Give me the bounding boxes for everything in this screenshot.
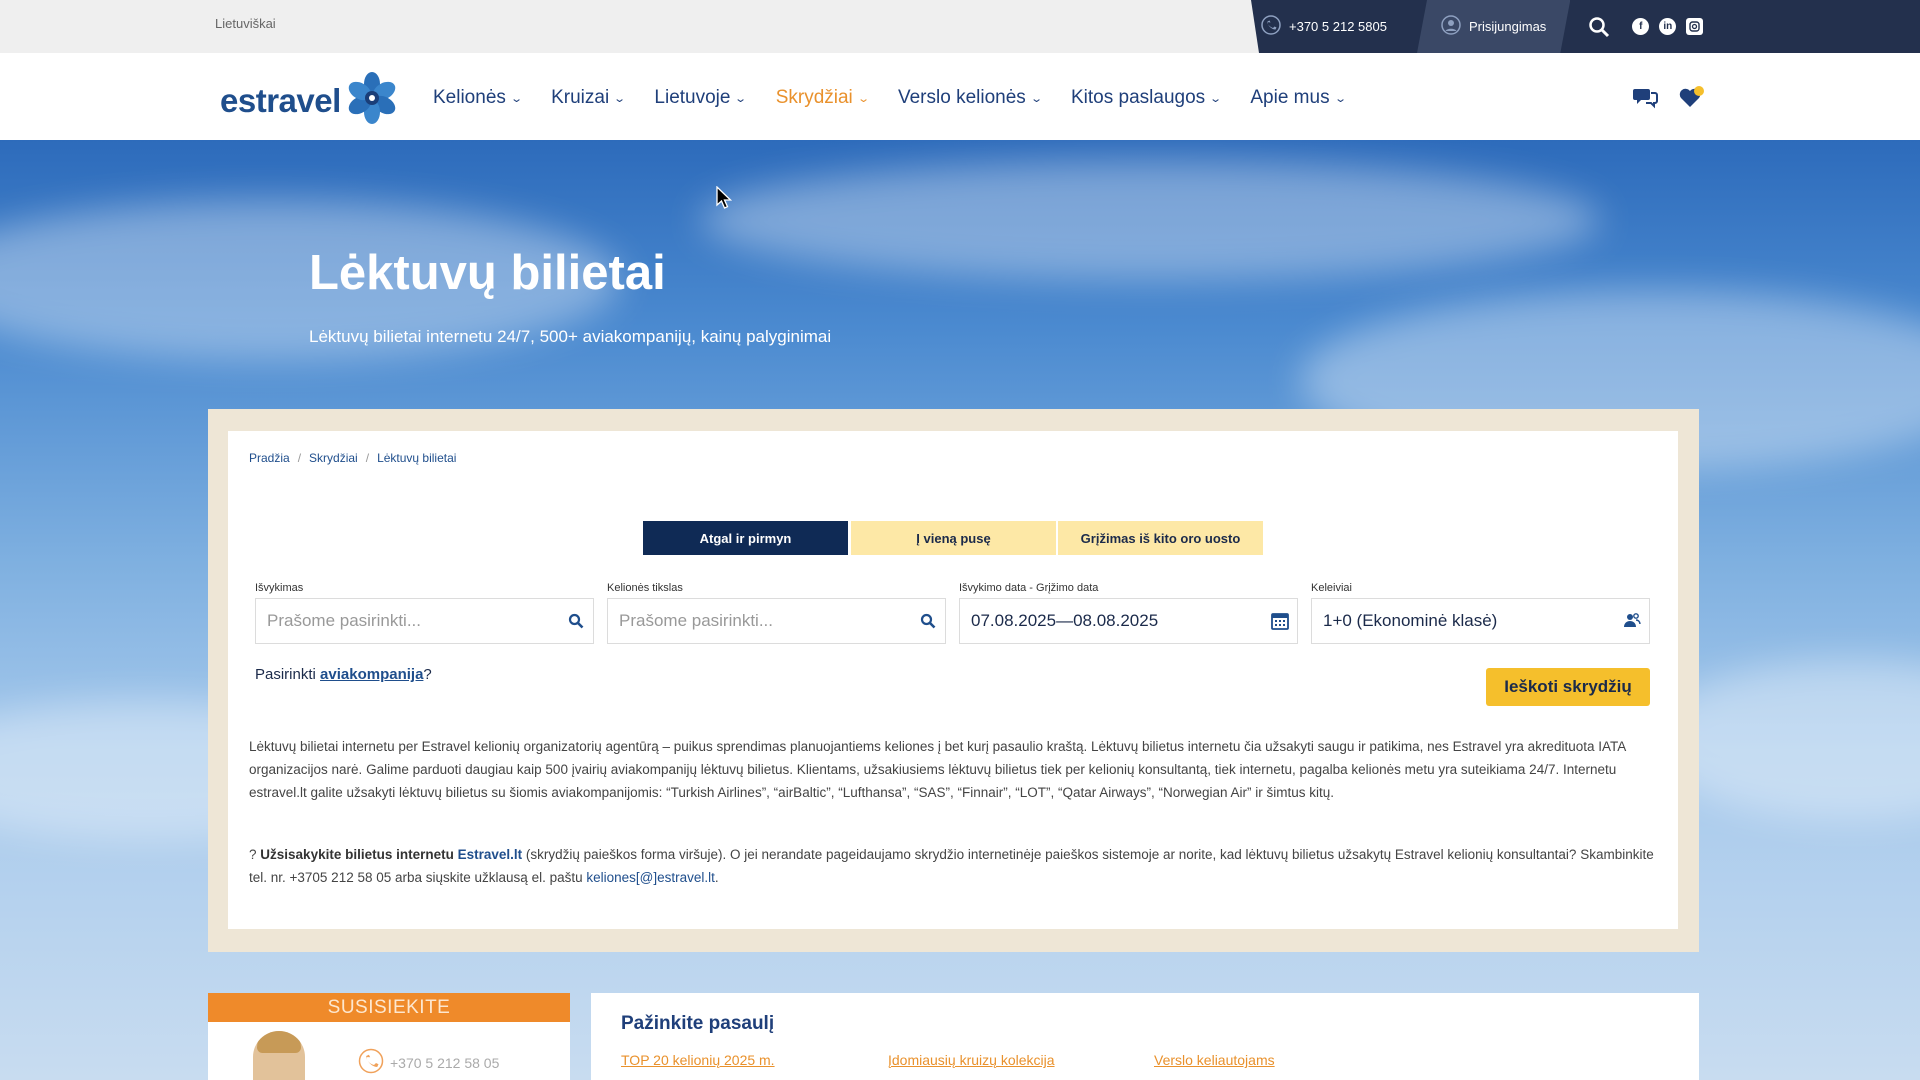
tab-round-trip[interactable]: Atgal ir pirmyn xyxy=(643,521,848,555)
breadcrumb-current[interactable]: Lėktuvų bilietai xyxy=(377,451,456,465)
contact-phone-text: +370 5 212 58 05 xyxy=(390,1054,500,1071)
nav-item-kitos-paslaugos[interactable]: Kitos paslaugos ⌄ xyxy=(1071,87,1223,109)
paragraph-prefix: ? xyxy=(249,847,257,862)
mouse-cursor-icon xyxy=(716,185,733,215)
chevron-down-icon: ⌄ xyxy=(734,92,748,105)
contact-heading: SUSISIEKITE xyxy=(208,993,570,1022)
nav-label: Kruizai xyxy=(551,87,610,108)
airline-prefix: Pasirinkti xyxy=(255,666,316,683)
nav-item-kruizai[interactable]: Kruizai ⌄ xyxy=(551,87,627,109)
nav-item-apie-mus[interactable]: Apie mus ⌄ xyxy=(1250,87,1347,109)
topbar-phone-text: +370 5 212 5805 xyxy=(1289,19,1387,34)
breadcrumb-home[interactable]: Pradžia xyxy=(249,451,290,465)
explore-link-top20[interactable]: TOP 20 kelionių 2025 m. xyxy=(621,1052,775,1068)
nav-label: Skrydžiai xyxy=(775,87,853,108)
breadcrumb: Pradžia / Skrydžiai / Lėktuvų bilietai xyxy=(249,451,456,465)
intro-paragraph: Lėktuvų bilietai internetu per Estravel … xyxy=(249,739,1626,800)
explore-link-business[interactable]: Verslo keliautojams xyxy=(1154,1052,1275,1068)
logo-text: estravel xyxy=(220,81,341,119)
language-selector[interactable]: Lietuviškai xyxy=(215,16,276,31)
calendar-icon[interactable] xyxy=(1263,611,1297,631)
topbar-phone[interactable]: +370 5 212 5805 xyxy=(1251,15,1417,38)
passengers-value: 1+0 (Ekonominė klasė) xyxy=(1323,611,1498,630)
page-subtitle: Lėktuvų bilietai internetu 24/7, 500+ av… xyxy=(309,327,832,346)
top-utility-bar: Lietuviškai +370 5 212 5805 Prisijungima… xyxy=(0,0,1920,53)
nav-label: Kitos paslaugos xyxy=(1071,87,1206,108)
chevron-down-icon: ⌄ xyxy=(856,92,870,105)
chevron-down-icon: ⌄ xyxy=(1209,92,1223,105)
instagram-icon[interactable] xyxy=(1686,18,1704,35)
departure-placeholder: Prašome pasirinkti... xyxy=(267,611,421,630)
breadcrumb-separator: / xyxy=(297,451,302,465)
search-icon xyxy=(911,613,945,629)
nav-icons xyxy=(1632,85,1706,116)
heart-icon[interactable] xyxy=(1678,85,1706,116)
search-icon[interactable] xyxy=(1588,16,1610,38)
explore-title: Pažinkite pasaulį xyxy=(621,1013,775,1034)
chevron-down-icon: ⌄ xyxy=(1333,92,1347,105)
date-range-value: 07.08.2025—08.08.2025 xyxy=(971,611,1159,630)
main-navigation: estravel Kelionės ⌄ Kruizai ⌄ Lietuvoje ⌄ S… xyxy=(0,53,1920,140)
nav-label: Kelionės xyxy=(433,87,506,108)
tab-open-jaw[interactable]: Grįžimas iš kito oro uosto xyxy=(1058,521,1263,555)
facebook-icon[interactable]: f xyxy=(1632,18,1650,35)
paragraph-bold: Užsisakykite bilietus internetu xyxy=(260,847,454,862)
phone-icon xyxy=(358,1048,384,1077)
nav-label: Verslo kelionės xyxy=(897,87,1026,108)
passengers-label: Keleiviai xyxy=(1311,582,1352,594)
nav-item-verslo-keliones[interactable]: Verslo kelionės ⌄ xyxy=(897,87,1043,109)
airline-link[interactable]: aviakompanija xyxy=(320,666,423,683)
date-range-input[interactable]: 07.08.2025—08.08.2025 xyxy=(959,598,1298,644)
nav-label: Lietuvoje xyxy=(654,87,731,108)
breadcrumb-flights[interactable]: Skrydžiai xyxy=(309,451,358,465)
main-menu: Kelionės ⌄ Kruizai ⌄ Lietuvoje ⌄ Skrydžiai ⌄… xyxy=(433,87,1375,109)
destination-label: Kelionės tikslas xyxy=(607,582,683,594)
departure-label: Išvykimas xyxy=(255,582,304,594)
estravel-link[interactable]: Estravel.lt xyxy=(458,847,523,862)
destination-placeholder: Prašome pasirinkti... xyxy=(619,611,773,630)
page-title: Lėktuvų bilietai xyxy=(309,246,666,300)
chevron-down-icon: ⌄ xyxy=(613,92,627,105)
nav-label: Apie mus xyxy=(1250,87,1330,108)
nav-item-keliones[interactable]: Kelionės ⌄ xyxy=(433,87,523,109)
estravel-logo[interactable]: estravel xyxy=(220,71,399,130)
dates-label: Išvykimo data - Grįžimo data xyxy=(959,582,1099,594)
explore-box: Pažinkite pasaulį TOP 20 kelionių 2025 m… xyxy=(591,993,1699,1080)
topbar-contact-area: +370 5 212 5805 Prisijungimas f in xyxy=(1251,0,1920,53)
nav-item-lietuvoje[interactable]: Lietuvoje ⌄ xyxy=(654,87,748,109)
phone-icon xyxy=(1261,15,1281,38)
trip-type-tabs: Atgal ir pirmyn Į vieną pusę Grįžimas iš… xyxy=(643,521,1263,555)
contact-paragraph: ? Užsisakykite bilietus internetu Estrav… xyxy=(249,843,1657,889)
email-link[interactable]: keliones[@]estravel.lt xyxy=(586,870,715,885)
contact-phone[interactable]: +370 5 212 58 05 xyxy=(358,1048,499,1077)
search-icon xyxy=(559,613,593,629)
chevron-down-icon: ⌄ xyxy=(510,92,523,105)
tab-one-way[interactable]: Į vieną pusę xyxy=(851,521,1056,555)
cloud-decoration xyxy=(700,160,1600,280)
passengers-icon[interactable] xyxy=(1615,611,1649,631)
breadcrumb-separator: / xyxy=(365,451,370,465)
login-label: Prisijungimas xyxy=(1469,19,1547,34)
chevron-down-icon: ⌄ xyxy=(1029,92,1043,105)
nav-item-skrydziai[interactable]: Skrydžiai ⌄ xyxy=(775,87,870,109)
login-link[interactable]: Prisijungimas xyxy=(1417,0,1570,53)
departure-input[interactable]: Prašome pasirinkti... xyxy=(255,598,594,644)
user-icon xyxy=(1441,15,1461,38)
flower-logo-icon xyxy=(345,71,399,130)
linkedin-icon[interactable]: in xyxy=(1659,18,1677,35)
airline-choice: Pasirinkti aviakompanija? xyxy=(255,666,432,683)
chat-icon[interactable] xyxy=(1632,85,1658,116)
explore-link-cruises[interactable]: Įdomiausių kruizų kolekcija xyxy=(888,1052,1055,1068)
airline-suffix: ? xyxy=(423,666,432,683)
passengers-input[interactable]: 1+0 (Ekonominė klasė) xyxy=(1311,598,1650,644)
contact-box: SUSISIEKITE +370 5 212 58 05 xyxy=(208,993,570,1080)
search-flights-button[interactable]: Ieškoti skrydžių xyxy=(1486,668,1650,706)
paragraph-end: . xyxy=(714,870,719,885)
destination-input[interactable]: Prašome pasirinkti... xyxy=(607,598,946,644)
consultant-avatar xyxy=(253,1031,305,1080)
